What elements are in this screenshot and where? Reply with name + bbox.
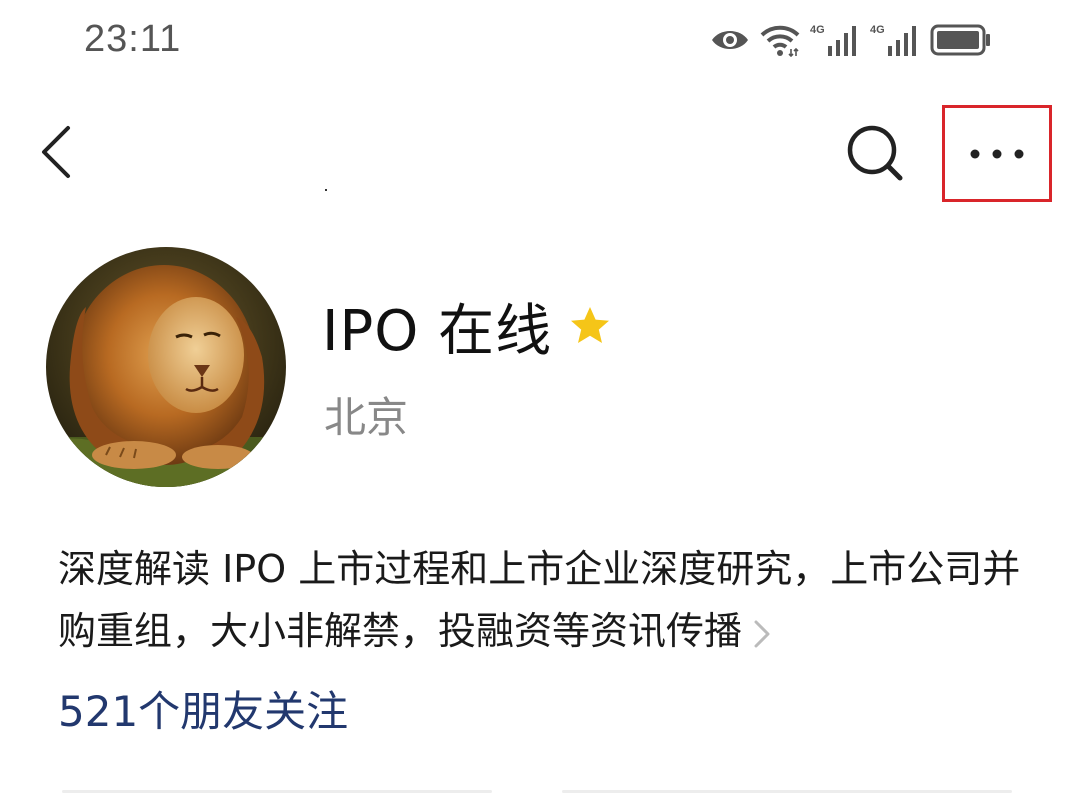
account-name-row: IPO 在线 [322, 290, 612, 364]
status-icons: 4G 4G [710, 20, 992, 60]
battery-icon [930, 24, 990, 56]
svg-text:4G: 4G [810, 24, 825, 36]
star-icon[interactable] [568, 304, 612, 348]
eye-icon [712, 31, 748, 49]
followers-link[interactable]: 521个朋友关注 [58, 678, 348, 739]
back-button[interactable] [30, 120, 90, 184]
signal-4g-icon: 4G [810, 24, 856, 56]
account-intro[interactable]: 深度解读 IPO 上市过程和上市企业深度研究，上市公司并购重组，大小非解禁，投融… [58, 538, 1038, 662]
account-name: IPO 在线 [322, 298, 553, 364]
location-text: 北京 [324, 393, 409, 442]
intro-text: 深度解读 IPO 上市过程和上市企业深度研究，上市公司并购重组，大小非解禁，投融… [58, 547, 1021, 653]
avatar[interactable] [46, 247, 286, 487]
divider-dot [325, 189, 327, 191]
chevron-left-icon [42, 126, 70, 178]
more-button[interactable] [942, 105, 1052, 202]
lion-avatar-image [46, 247, 286, 487]
status-time: 23:11 [84, 18, 182, 60]
signal-4g-icon: 4G [870, 24, 916, 56]
svg-text:4G: 4G [870, 24, 885, 36]
search-button[interactable] [836, 118, 912, 188]
profile-screen: 23:11 4G 4G IPO 在线 北京 深度解读 IPO 上市过程和上市企业… [0, 0, 1078, 797]
chevron-right-icon [754, 620, 770, 647]
wifi-icon [760, 25, 800, 57]
tab-divider [562, 790, 1012, 793]
search-icon [847, 125, 903, 181]
more-horizontal-icon [970, 149, 1024, 158]
tab-divider [62, 790, 492, 793]
